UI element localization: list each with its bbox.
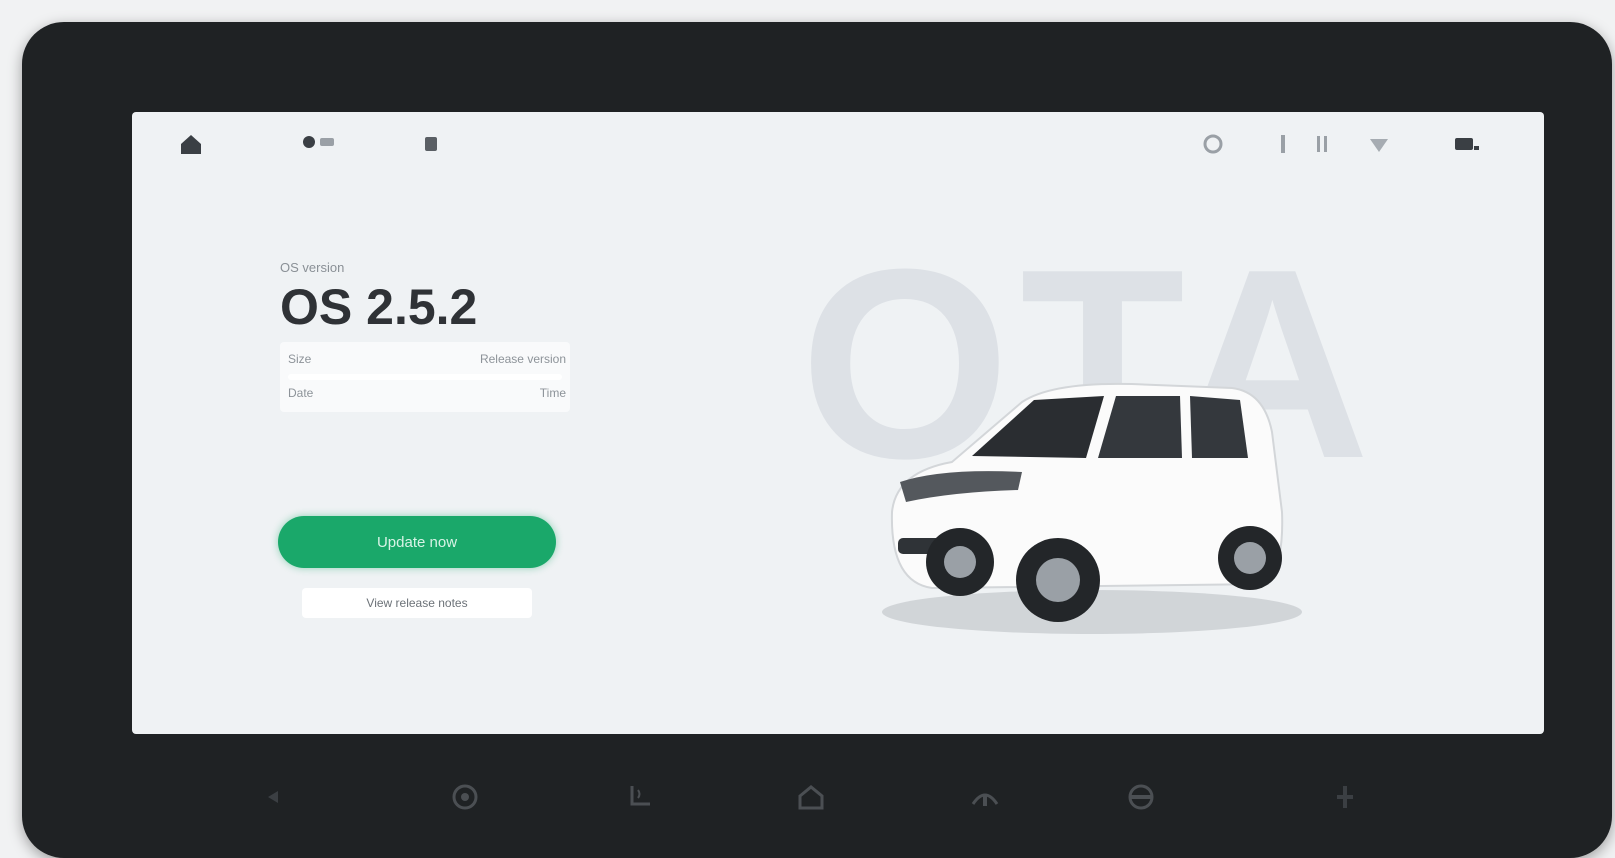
volume-icon[interactable]	[1322, 774, 1368, 820]
car-image	[882, 382, 1302, 634]
menu-icon[interactable]	[422, 132, 440, 156]
info-row-value: Release version	[479, 352, 566, 366]
ota-screen: OTA OS version OS 2.5.2 Size Release ver…	[132, 112, 1544, 734]
update-now-button[interactable]: Update now	[278, 516, 556, 568]
fan-icon[interactable]	[442, 774, 488, 820]
version-label: OS version	[280, 260, 345, 275]
bottom-nav-bar	[22, 734, 1612, 858]
version-number: OS 2.5.2	[280, 279, 478, 335]
info-row-key: Size	[288, 352, 312, 366]
status-bar	[132, 112, 1544, 176]
settings-icon[interactable]	[1202, 132, 1224, 156]
info-row-key: Date	[288, 386, 314, 400]
version-info-panel: OS version OS 2.5.2 Size Release version…	[280, 260, 570, 412]
back-icon[interactable]	[254, 774, 300, 820]
info-row-value: Time	[539, 386, 566, 400]
profile-icon[interactable]	[300, 132, 340, 156]
defrost-icon[interactable]	[962, 774, 1008, 820]
bluetooth-icon	[1272, 132, 1294, 156]
seat-heat-icon[interactable]	[618, 774, 664, 820]
release-notes-link[interactable]: View release notes	[302, 588, 532, 618]
signal-icon	[1312, 132, 1334, 156]
update-details-card: Size Release version Date Time	[280, 342, 570, 412]
home-icon[interactable]	[788, 774, 834, 820]
home-icon[interactable]	[176, 132, 206, 156]
info-row: Date Time	[280, 380, 570, 408]
battery-icon	[1452, 132, 1482, 156]
head-unit-frame: OTA OS version OS 2.5.2 Size Release ver…	[22, 22, 1612, 858]
info-row: Size Release version	[280, 346, 570, 374]
wifi-icon	[1368, 132, 1390, 156]
steering-icon[interactable]	[1118, 774, 1164, 820]
